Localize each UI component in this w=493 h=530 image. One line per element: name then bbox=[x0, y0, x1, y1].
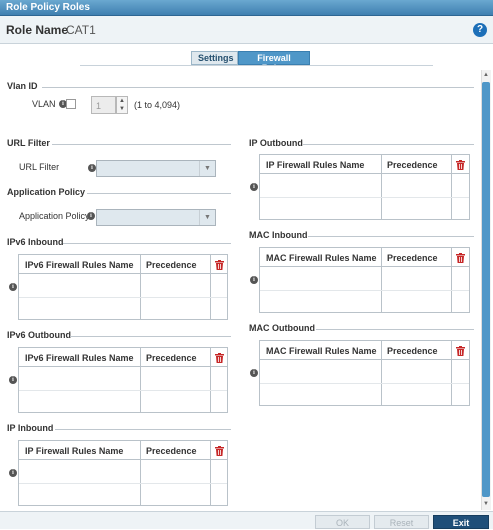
ipv6-outbound-name-column[interactable]: IPv6 Firewall Rules Name bbox=[25, 348, 134, 363]
column-divider bbox=[451, 248, 452, 312]
mac-outbound-table: MAC Firewall Rules Name Precedence bbox=[259, 340, 470, 406]
url-filter-info-icon[interactable]: i bbox=[88, 164, 96, 172]
vlan-section-title: Vlan ID bbox=[7, 81, 38, 91]
ipv6-inbound-name-column[interactable]: IPv6 Firewall Rules Name bbox=[25, 255, 134, 270]
mac-outbound-info-icon[interactable]: i bbox=[250, 369, 258, 377]
ok-button[interactable]: OK bbox=[315, 515, 370, 529]
stepper-down-icon[interactable]: ▼ bbox=[117, 105, 127, 113]
column-divider bbox=[381, 341, 382, 405]
url-filter-select[interactable]: ▼ bbox=[96, 160, 216, 177]
column-divider bbox=[381, 248, 382, 312]
ip-inbound-info-icon[interactable]: i bbox=[9, 469, 17, 477]
column-divider bbox=[210, 441, 211, 505]
mac-inbound-section-title: MAC Inbound bbox=[249, 230, 308, 240]
table-row bbox=[260, 290, 469, 291]
vlan-checkbox[interactable] bbox=[66, 99, 76, 109]
role-name-label: Role Name bbox=[6, 23, 69, 37]
tab-firewall-rules[interactable]: Firewall Rules bbox=[238, 51, 310, 73]
ipv6-outbound-section-title: IPv6 Outbound bbox=[7, 330, 71, 340]
scrollbar-thumb[interactable] bbox=[482, 82, 490, 497]
role-name-value: CAT1 bbox=[66, 23, 96, 37]
mac-outbound-precedence-column[interactable]: Precedence bbox=[387, 341, 438, 356]
tab-bar: Settings Firewall Rules bbox=[191, 51, 310, 73]
table-row bbox=[19, 483, 227, 484]
reset-button[interactable]: Reset bbox=[374, 515, 429, 529]
column-divider bbox=[451, 155, 452, 219]
vlan-stepper[interactable]: ▲ ▼ bbox=[116, 96, 128, 114]
mac-outbound-divider bbox=[316, 329, 474, 330]
ip-outbound-name-column[interactable]: IP Firewall Rules Name bbox=[266, 155, 364, 170]
scroll-up-icon[interactable]: ▲ bbox=[482, 71, 490, 79]
ipv6-outbound-table: IPv6 Firewall Rules Name Precedence bbox=[18, 347, 228, 413]
table-row bbox=[19, 390, 227, 391]
ip-inbound-section-title: IP Inbound bbox=[7, 423, 54, 433]
ipv6-inbound-divider bbox=[63, 243, 231, 244]
stepper-up-icon[interactable]: ▲ bbox=[117, 97, 127, 105]
column-divider bbox=[381, 155, 382, 219]
ip-inbound-divider bbox=[55, 429, 231, 430]
vlan-label: VLAN bbox=[32, 99, 56, 109]
table-row bbox=[260, 197, 469, 198]
application-policy-divider bbox=[87, 193, 231, 194]
trash-icon[interactable] bbox=[215, 353, 224, 363]
chevron-down-icon[interactable]: ▼ bbox=[199, 210, 215, 225]
vlan-range: (1 to 4,094) bbox=[134, 100, 181, 110]
column-divider bbox=[140, 255, 141, 319]
ipv6-inbound-section-title: IPv6 Inbound bbox=[7, 237, 64, 247]
tab-settings[interactable]: Settings bbox=[191, 51, 238, 65]
application-policy-info-icon[interactable]: i bbox=[87, 212, 95, 220]
tab-divider bbox=[80, 65, 433, 66]
mac-outbound-name-column[interactable]: MAC Firewall Rules Name bbox=[266, 341, 377, 356]
mac-inbound-precedence-column[interactable]: Precedence bbox=[387, 248, 438, 263]
ip-inbound-name-column[interactable]: IP Firewall Rules Name bbox=[25, 441, 123, 456]
url-filter-section-title: URL Filter bbox=[7, 138, 50, 148]
ip-outbound-precedence-column[interactable]: Precedence bbox=[387, 155, 438, 170]
ip-outbound-info-icon[interactable]: i bbox=[250, 183, 258, 191]
dialog-footer: OK Reset Exit bbox=[0, 511, 493, 529]
trash-icon[interactable] bbox=[456, 253, 465, 263]
url-filter-divider bbox=[52, 144, 231, 145]
column-divider bbox=[140, 348, 141, 412]
ipv6-inbound-info-icon[interactable]: i bbox=[9, 283, 17, 291]
url-filter-label: URL Filter bbox=[19, 162, 60, 172]
ipv6-inbound-table: IPv6 Firewall Rules Name Precedence bbox=[18, 254, 228, 320]
ipv6-outbound-precedence-column[interactable]: Precedence bbox=[146, 348, 197, 363]
trash-icon[interactable] bbox=[456, 346, 465, 356]
ipv6-inbound-precedence-column[interactable]: Precedence bbox=[146, 255, 197, 270]
ip-inbound-precedence-column[interactable]: Precedence bbox=[146, 441, 197, 456]
role-header: Role Name CAT1 ? bbox=[0, 16, 493, 44]
column-divider bbox=[210, 255, 211, 319]
ip-outbound-section-title: IP Outbound bbox=[249, 138, 303, 148]
ipv6-outbound-info-icon[interactable]: i bbox=[9, 376, 17, 384]
vlan-input[interactable]: 1 bbox=[91, 96, 116, 114]
trash-icon[interactable] bbox=[456, 160, 465, 170]
scroll-down-icon[interactable]: ▼ bbox=[482, 500, 490, 508]
application-policy-label: Application Policy bbox=[19, 211, 90, 221]
vlan-divider bbox=[42, 87, 474, 88]
ipv6-outbound-divider bbox=[70, 336, 231, 337]
ip-outbound-table: IP Firewall Rules Name Precedence bbox=[259, 154, 470, 220]
application-policy-section-title: Application Policy bbox=[7, 187, 86, 197]
table-row bbox=[19, 297, 227, 298]
column-divider bbox=[140, 441, 141, 505]
mac-inbound-table: MAC Firewall Rules Name Precedence bbox=[259, 247, 470, 313]
help-icon[interactable]: ? bbox=[473, 23, 487, 37]
chevron-down-icon[interactable]: ▼ bbox=[199, 161, 215, 176]
mac-inbound-info-icon[interactable]: i bbox=[250, 276, 258, 284]
application-policy-select[interactable]: ▼ bbox=[96, 209, 216, 226]
exit-button[interactable]: Exit bbox=[433, 515, 489, 529]
table-row bbox=[260, 383, 469, 384]
mac-inbound-name-column[interactable]: MAC Firewall Rules Name bbox=[266, 248, 377, 263]
window-title: Role Policy Roles bbox=[0, 0, 493, 16]
trash-icon[interactable] bbox=[215, 446, 224, 456]
trash-icon[interactable] bbox=[215, 260, 224, 270]
ip-outbound-divider bbox=[303, 144, 474, 145]
column-divider bbox=[210, 348, 211, 412]
column-divider bbox=[451, 341, 452, 405]
mac-inbound-divider bbox=[308, 236, 474, 237]
ip-inbound-table: IP Firewall Rules Name Precedence bbox=[18, 440, 228, 506]
mac-outbound-section-title: MAC Outbound bbox=[249, 323, 315, 333]
